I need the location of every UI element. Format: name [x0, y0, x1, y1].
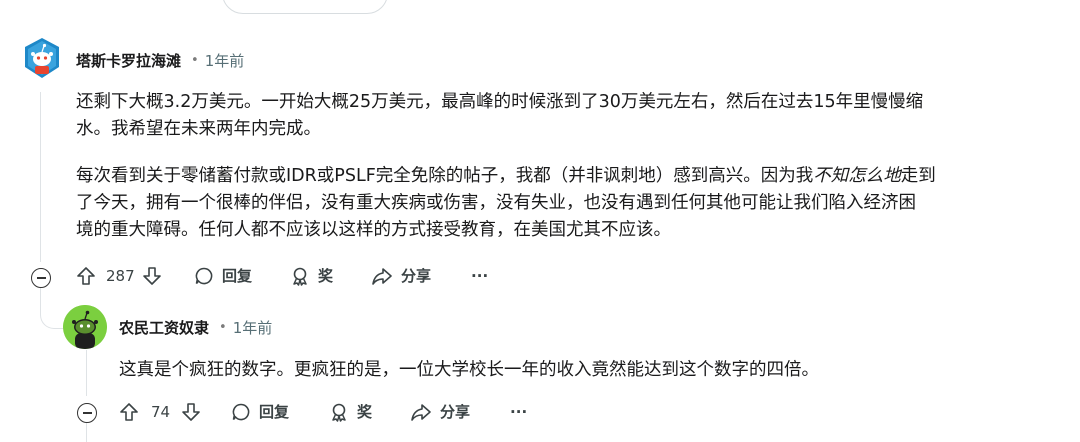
downvote-icon: [182, 402, 200, 421]
share-icon: [372, 267, 392, 285]
share-button[interactable]: 分享: [371, 265, 431, 286]
username[interactable]: 农民工资奴隶: [119, 317, 209, 338]
comment-line: 境的重大障碍。任何人都不应该以这样的方式接受教育，在美国尤其不应该。: [76, 220, 671, 240]
downvote-button[interactable]: [142, 266, 162, 286]
comment-text: 每次看到关于零储蓄付款或IDR或PSLF完全免除的帖子，我都（并非讽刺地）感到高…: [76, 166, 814, 186]
separator-dot: •: [219, 320, 227, 335]
upvote-button[interactable]: [119, 402, 139, 422]
comment-actions: 74 回复 奖 分享 ···: [119, 401, 527, 422]
comment-meta: 农民工资奴隶 • 1年前: [119, 317, 272, 338]
reply-label: 回复: [222, 267, 253, 285]
avatar[interactable]: [63, 305, 107, 349]
share-label: 分享: [440, 403, 471, 421]
comment-meta: 塔斯卡罗拉海滩 • 1年前: [76, 50, 244, 71]
comment-actions: 287 回复 奖 分享 ···: [76, 265, 488, 286]
thread-line: [86, 422, 87, 442]
thread-line: [40, 92, 41, 262]
emphasis-text: 不知怎么地: [813, 166, 901, 186]
comment-bubble-icon: [195, 267, 213, 284]
upvote-button[interactable]: [76, 266, 96, 286]
award-button[interactable]: 奖: [329, 401, 372, 422]
avatar[interactable]: [22, 37, 62, 79]
username[interactable]: 塔斯卡罗拉海滩: [76, 50, 181, 71]
comment-line: 还剩下大概3.2万美元。一开始大概25万美元，最高峰的时候涨到了30万美元左右，…: [76, 92, 924, 112]
share-icon: [411, 403, 431, 421]
more-options-button[interactable]: ···: [471, 267, 488, 285]
award-label: 奖: [357, 403, 373, 421]
downvote-button[interactable]: [181, 402, 201, 422]
award-icon: [332, 403, 346, 422]
downvote-icon: [143, 266, 161, 285]
collapse-thread-button[interactable]: [31, 268, 51, 288]
upvote-icon: [77, 266, 95, 285]
top-pill-remnant: [222, 0, 388, 14]
thread-line: [86, 350, 87, 396]
award-icon: [293, 267, 307, 286]
vote-count: 74: [151, 402, 171, 421]
timestamp[interactable]: 1年前: [233, 317, 273, 338]
comment-text: 走到: [900, 166, 936, 186]
comment-line: 了今天，拥有一个很棒的伴侣，没有重大疾病或伤害，没有失业，也没有遇到任何其他可能…: [76, 193, 916, 213]
reply-label: 回复: [259, 403, 290, 421]
award-label: 奖: [318, 267, 334, 285]
comment-line: 水。我希望在未来两年内完成。: [76, 119, 321, 139]
more-icon: ···: [510, 402, 528, 421]
separator-dot: •: [191, 53, 199, 68]
comment-line: 每次看到关于零储蓄付款或IDR或PSLF完全免除的帖子，我都（并非讽刺地）感到高…: [76, 163, 936, 190]
reply-button[interactable]: 回复: [231, 401, 289, 422]
upvote-icon: [120, 402, 138, 421]
reply-button[interactable]: 回复: [194, 265, 252, 286]
more-icon: ···: [471, 266, 489, 285]
award-button[interactable]: 奖: [290, 265, 333, 286]
share-label: 分享: [401, 267, 432, 285]
more-options-button[interactable]: ···: [510, 403, 527, 421]
share-button[interactable]: 分享: [410, 401, 470, 422]
comment-body: 这真是个疯狂的数字。更疯狂的是，一位大学校长一年的收入竟然能达到这个数字的四倍。: [119, 357, 819, 384]
timestamp[interactable]: 1年前: [205, 50, 245, 71]
vote-count: 287: [106, 266, 135, 285]
thread-connector: [40, 288, 63, 329]
comment-bubble-icon: [232, 403, 250, 420]
comment-body: 还剩下大概3.2万美元。一开始大概25万美元，最高峰的时候涨到了30万美元左右，…: [76, 89, 936, 244]
comment-line: 这真是个疯狂的数字。更疯狂的是，一位大学校长一年的收入竟然能达到这个数字的四倍。: [119, 360, 819, 380]
collapse-thread-button[interactable]: [77, 403, 97, 423]
